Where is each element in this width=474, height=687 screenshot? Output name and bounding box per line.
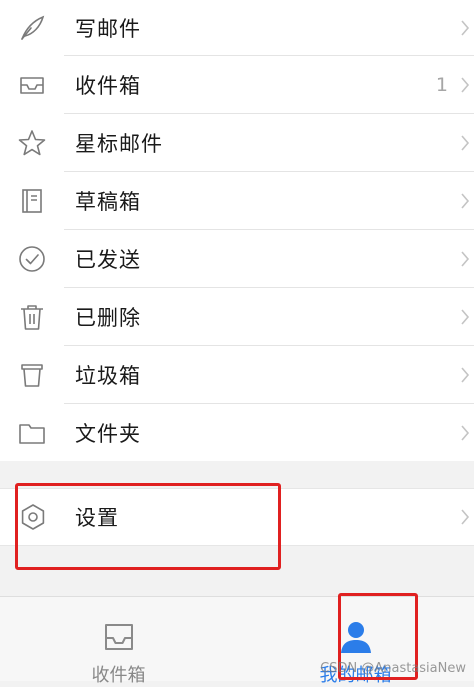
menu-item-label: 已发送 (75, 248, 141, 272)
chevron-right-icon (461, 367, 470, 383)
chevron-right-icon (461, 509, 470, 525)
folder-icon (16, 417, 48, 449)
chevron-right-icon (461, 309, 470, 325)
bin-icon (16, 359, 48, 391)
trash-icon (16, 301, 48, 333)
tab-label: 收件箱 (91, 665, 146, 686)
chevron-right-icon (461, 77, 470, 93)
check-circle-icon (16, 243, 48, 275)
chevron-right-icon (461, 193, 470, 209)
mail-folder-list: 写邮件 收件箱 1 星标邮件 草稿箱 已发送 已删除 垃圾箱 文件夹 (0, 0, 474, 462)
menu-item-compose[interactable]: 写邮件 (0, 0, 474, 56)
feather-icon (16, 12, 48, 44)
menu-item-deleted[interactable]: 已删除 (0, 288, 474, 346)
menu-item-label: 写邮件 (75, 17, 141, 41)
menu-item-label: 垃圾箱 (75, 364, 141, 388)
chevron-right-icon (461, 20, 470, 36)
draft-note-icon (16, 185, 48, 217)
menu-item-label: 收件箱 (75, 74, 141, 98)
menu-item-junk[interactable]: 垃圾箱 (0, 346, 474, 404)
menu-item-label: 星标邮件 (75, 132, 163, 156)
inbox-tray-icon (104, 624, 133, 650)
menu-item-folders[interactable]: 文件夹 (0, 404, 474, 462)
menu-item-starred[interactable]: 星标邮件 (0, 114, 474, 172)
menu-item-sent[interactable]: 已发送 (0, 230, 474, 288)
highlight-box-settings (15, 483, 281, 570)
menu-item-label: 草稿箱 (75, 190, 141, 214)
chevron-right-icon (461, 251, 470, 267)
chevron-right-icon (461, 135, 470, 151)
menu-item-drafts[interactable]: 草稿箱 (0, 172, 474, 230)
watermark: CSDN @AnastasiaNew (320, 661, 466, 676)
menu-item-label: 已删除 (75, 306, 141, 330)
inbox-tray-icon (16, 69, 48, 101)
star-icon (16, 127, 48, 159)
chevron-right-icon (461, 425, 470, 441)
unread-count: 1 (435, 74, 448, 96)
menu-item-label: 文件夹 (75, 422, 141, 446)
menu-item-inbox[interactable]: 收件箱 1 (0, 56, 474, 114)
tab-inbox[interactable]: 收件箱 (0, 597, 237, 686)
